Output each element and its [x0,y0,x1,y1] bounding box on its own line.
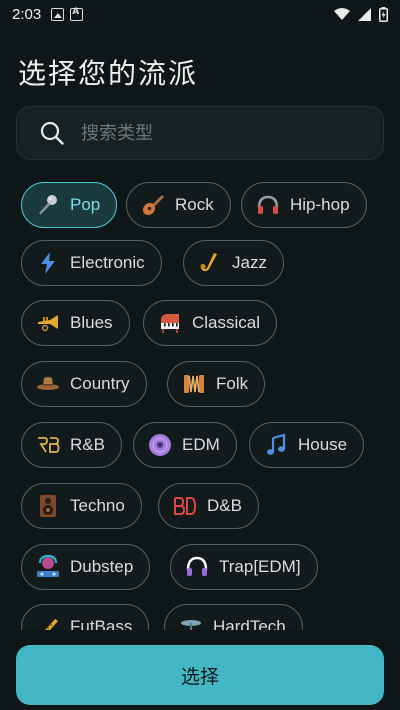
genre-label: R&B [70,435,105,454]
dj-icon [37,555,59,577]
guitar-icon [142,195,164,216]
genre-chip-dnb[interactable]: D&B [158,483,259,529]
genre-chip-rock[interactable]: Rock [126,182,231,228]
genre-chip-trap-edm[interactable]: Trap[EDM] [170,544,318,590]
genre-chip-jazz[interactable]: Jazz [183,240,284,286]
genre-chip-country[interactable]: Country [21,361,147,407]
genre-chip-rnb[interactable]: R&B [21,422,122,468]
headphones-icon [257,195,279,214]
headset-icon [186,556,208,576]
search-box[interactable] [16,106,384,160]
genre-label: EDM [182,435,220,454]
cymbal-icon [181,620,201,630]
genre-label: Pop [70,195,101,214]
saxophone-icon [200,253,217,272]
speaker-icon [40,495,56,517]
trumpet-icon [38,315,58,332]
search-icon [40,121,64,145]
page-title: 选择您的流派 [18,57,199,90]
piano-icon [161,314,179,333]
vinyl-disc-icon [149,434,171,456]
genre-chip-hardtech[interactable]: HardTech [164,604,303,630]
rb-logo-icon [38,437,60,453]
genre-chip-pop[interactable]: Pop [21,182,118,228]
genre-label: House [298,435,348,454]
genre-chip-hip-hop[interactable]: Hip-hop [241,182,367,228]
photo-notification-icon [51,7,65,21]
genre-label: Electronic [70,253,145,272]
search-input[interactable] [81,122,361,144]
flute-icon [45,619,58,630]
accordion-icon [184,375,204,393]
battery-icon [379,6,388,22]
genre-label: D&B [207,496,242,515]
status-bar: 2:03 [0,0,400,28]
music-note-icon [267,433,286,455]
microphone-icon [39,195,57,215]
genre-label: Country [70,374,130,393]
genre-list[interactable]: Pop Rock Hip-hop Electronic Jazz Blues C… [0,172,400,630]
app-notification-icon [70,7,84,21]
select-button[interactable]: 选择 [16,645,384,705]
genre-chip-classical[interactable]: Classical [143,300,278,346]
genre-label: Classical [192,313,261,332]
genre-chip-dubstep[interactable]: Dubstep [21,544,151,590]
status-time: 2:03 [12,5,42,23]
genre-label: Jazz [232,253,267,272]
notification-icons [51,7,84,21]
genre-chip-futbass[interactable]: FutBass [21,604,150,630]
bd-logo-icon [174,497,197,515]
wifi-icon [334,7,350,20]
cowboy-hat-icon [37,377,59,390]
genre-chip-electronic[interactable]: Electronic [21,240,162,286]
genre-chip-house[interactable]: House [249,422,365,468]
genre-label: Trap[EDM] [219,557,301,576]
lightning-icon [41,252,55,274]
genre-label: HardTech [213,617,286,630]
genre-label: Hip-hop [290,195,350,214]
genre-label: Techno [70,496,125,515]
genre-label: Blues [70,313,113,332]
signal-icon [358,7,371,21]
genre-selection-screen: 2:03 选择您的流派 [0,0,400,710]
genre-label: Rock [175,195,214,214]
genre-label: Dubstep [70,557,134,576]
genre-label: Folk [216,374,249,393]
genre-chip-techno[interactable]: Techno [21,483,142,529]
genre-chip-folk[interactable]: Folk [167,361,266,407]
genre-chip-blues[interactable]: Blues [21,300,130,346]
genre-chip-edm[interactable]: EDM [133,422,237,468]
system-icons [334,6,388,22]
genre-label: FutBass [70,617,133,630]
